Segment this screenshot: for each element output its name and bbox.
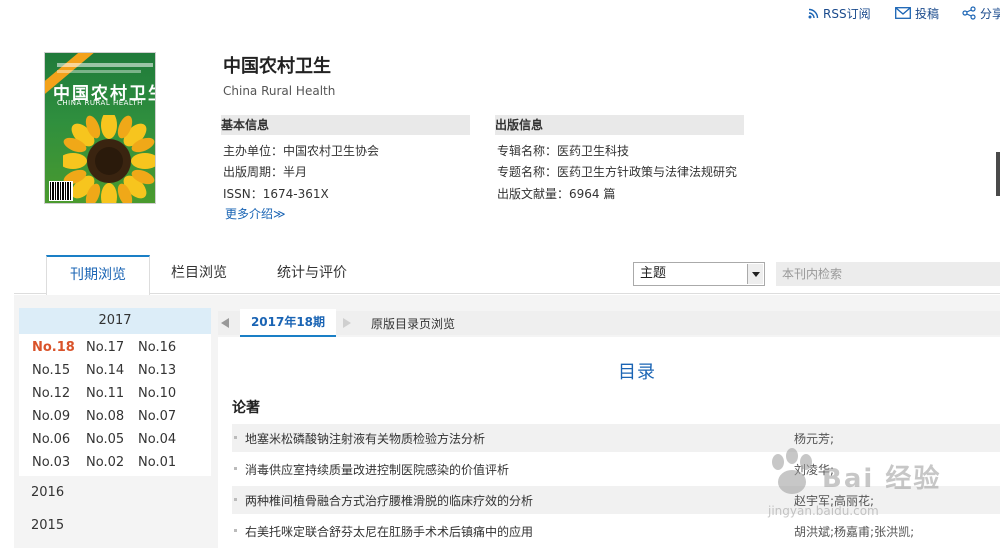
category-info: 专辑名称：医药卫生科技 bbox=[497, 144, 630, 158]
cover-barcode bbox=[49, 181, 73, 201]
tab-underline bbox=[14, 293, 1000, 294]
topic-info: 专题名称：医药卫生方针政策与法律法规研究 bbox=[497, 165, 738, 179]
issue-item[interactable]: No.03 bbox=[32, 455, 70, 470]
share-label: 分享 bbox=[980, 6, 1000, 21]
issue-item[interactable]: No.16 bbox=[138, 340, 176, 355]
bullet-icon bbox=[234, 467, 237, 470]
pub-info-heading: 出版信息 bbox=[495, 115, 744, 135]
paw-icon bbox=[772, 448, 812, 494]
issue-item[interactable]: No.06 bbox=[32, 432, 70, 447]
bullet-icon bbox=[234, 529, 237, 532]
issue-item[interactable]: No.11 bbox=[86, 386, 124, 401]
next-issue-arrow-icon[interactable] bbox=[343, 318, 351, 328]
issue-item[interactable]: No.05 bbox=[86, 432, 124, 447]
bullet-icon bbox=[234, 436, 237, 439]
share-link[interactable]: 分享 bbox=[962, 4, 1000, 22]
side-edge-marker bbox=[996, 152, 1000, 196]
prev-issue-arrow-icon[interactable] bbox=[221, 318, 229, 328]
original-toc-link[interactable]: 原版目录页浏览 bbox=[371, 315, 455, 332]
toc-title: 目录 bbox=[618, 362, 656, 383]
baidu-watermark: Bai 经验 jingyan.baidu.com bbox=[762, 440, 950, 530]
current-issue-tab[interactable]: 2017年18期 bbox=[240, 309, 336, 337]
share-icon bbox=[962, 6, 976, 20]
issue-item[interactable]: No.04 bbox=[138, 432, 176, 447]
rss-link[interactable]: RSS订阅 bbox=[808, 4, 871, 22]
submit-link[interactable]: 投稿 bbox=[895, 4, 939, 22]
rss-icon bbox=[808, 8, 819, 18]
article-title-link[interactable]: 地塞米松磷酸钠注射液有关物质检验方法分析 bbox=[245, 430, 485, 447]
issue-grid: No.18 No.17 No.16 No.15 No.14 No.13 No.1… bbox=[19, 334, 211, 476]
submit-label: 投稿 bbox=[915, 6, 940, 21]
tab-issue-browse[interactable]: 刊期浏览 bbox=[46, 255, 150, 296]
cover-header-bar-2 bbox=[57, 70, 141, 73]
tab-column-browse[interactable]: 栏目浏览 bbox=[156, 255, 242, 293]
sponsor-info: 主办单位：中国农村卫生协会 bbox=[223, 144, 380, 158]
top-links: RSS订阅 投稿 分享 bbox=[808, 4, 1000, 22]
section-title: 论著 bbox=[232, 400, 260, 416]
more-intro-link[interactable]: 更多介绍≫ bbox=[225, 205, 286, 222]
journal-title-en: China Rural Health bbox=[223, 84, 336, 98]
watermark-text: Bai 经验 bbox=[822, 464, 942, 494]
cycle-info: 出版周期：半月 bbox=[223, 165, 308, 179]
issue-item[interactable]: No.17 bbox=[86, 340, 124, 355]
year-item-2016[interactable]: 2016 bbox=[31, 485, 64, 500]
count-info: 出版文献量：6964 篇 bbox=[497, 187, 616, 201]
year-2017-heading[interactable]: 2017 bbox=[19, 308, 211, 334]
journal-title: 中国农村卫生 bbox=[223, 56, 331, 77]
cover-subtitle: CHINA RURAL HEALTH bbox=[57, 99, 143, 107]
search-field-value: 主题 bbox=[640, 266, 667, 281]
issue-item[interactable]: No.02 bbox=[86, 455, 124, 470]
issue-item[interactable]: No.14 bbox=[86, 363, 124, 378]
issue-item[interactable]: No.10 bbox=[138, 386, 176, 401]
cover-header-bar bbox=[57, 63, 153, 67]
issue-item[interactable]: No.07 bbox=[138, 409, 176, 424]
issn-info: ISSN：1674-361X bbox=[223, 187, 329, 201]
watermark-url: jingyan.baidu.com bbox=[768, 504, 879, 518]
article-title-link[interactable]: 消毒供应室持续质量改进控制医院感染的价值评析 bbox=[245, 461, 509, 478]
basic-info-heading: 基本信息 bbox=[221, 115, 470, 135]
journal-search-input[interactable] bbox=[776, 262, 1000, 286]
issue-item[interactable]: No.01 bbox=[138, 455, 176, 470]
issue-item[interactable]: No.13 bbox=[138, 363, 176, 378]
article-title-link[interactable]: 右美托咪定联合舒芬太尼在肛肠手术术后镇痛中的应用 bbox=[245, 523, 533, 540]
bullet-icon bbox=[234, 498, 237, 501]
issue-item[interactable]: No.18 bbox=[32, 340, 75, 355]
year-item-2015[interactable]: 2015 bbox=[31, 518, 64, 533]
rss-label: RSS订阅 bbox=[823, 6, 871, 21]
issue-item[interactable]: No.09 bbox=[32, 409, 70, 424]
issue-item[interactable]: No.08 bbox=[86, 409, 124, 424]
article-title-link[interactable]: 两种椎间植骨融合方式治疗腰椎滑脱的临床疗效的分析 bbox=[245, 492, 533, 509]
issue-item[interactable]: No.12 bbox=[32, 386, 70, 401]
journal-cover[interactable]: 中国农村卫生 CHINA RURAL HEALTH bbox=[44, 52, 156, 204]
dropdown-arrow-icon bbox=[747, 264, 763, 284]
issue-sidebar: 2017 No.18 No.17 No.16 No.15 No.14 No.13… bbox=[19, 308, 211, 548]
tab-statistics[interactable]: 统计与评价 bbox=[264, 255, 360, 293]
issue-item[interactable]: No.15 bbox=[32, 363, 70, 378]
sunflower-icon bbox=[63, 115, 155, 203]
search-field-select[interactable]: 主题 bbox=[633, 262, 765, 286]
mail-icon bbox=[895, 7, 911, 19]
